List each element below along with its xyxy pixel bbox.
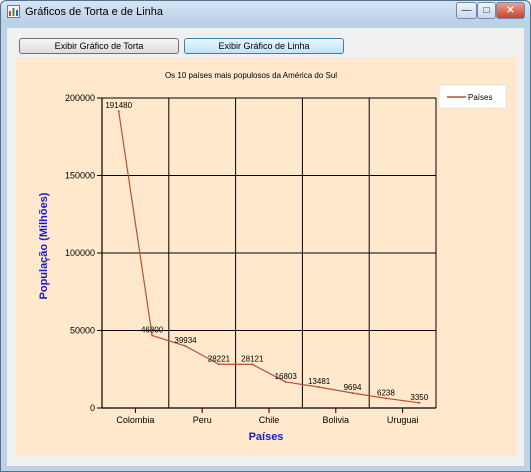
series-layer <box>117 110 421 404</box>
data-point <box>351 391 354 394</box>
y-tick-label: 100000 <box>65 248 95 258</box>
maximize-button[interactable]: □ <box>477 2 496 19</box>
x-tick-label: Peru <box>193 415 212 425</box>
x-tick-label: Colombia <box>116 415 154 425</box>
series-segment <box>118 111 153 336</box>
data-label: 39934 <box>174 336 197 345</box>
app-window: Gráficos de Torta e de Linha — □ ✕ Exibi… <box>0 0 531 472</box>
data-point <box>318 386 321 389</box>
x-tick-label: Chile <box>259 415 280 425</box>
data-point <box>184 345 187 348</box>
data-point <box>418 401 421 404</box>
y-axis-ticks: 0 50000 100000 150000 200000 <box>65 93 102 413</box>
data-label: 3350 <box>410 393 428 402</box>
data-point <box>284 380 287 383</box>
data-point <box>251 363 254 366</box>
show-line-chart-button[interactable]: Exibir Gráfico de Linha <box>184 38 344 54</box>
data-label: 13481 <box>308 377 331 386</box>
y-tick-label: 0 <box>90 403 95 413</box>
x-axis-ticks: Colombia Peru Chile Bolivia Uruguai <box>116 408 418 425</box>
legend: Países <box>438 84 507 109</box>
app-icon <box>7 5 20 18</box>
legend-label: Países <box>468 93 492 102</box>
data-label: 16803 <box>275 372 298 381</box>
close-icon: ✕ <box>506 5 515 16</box>
data-labels: 191480 46800 39934 28221 28121 16803 13481 9694… <box>105 101 428 402</box>
data-point <box>384 397 387 400</box>
data-point <box>217 363 220 366</box>
grid-lines <box>101 97 437 409</box>
data-point <box>117 110 120 113</box>
window-title: Gráficos de Torta e de Linha <box>25 6 163 18</box>
y-tick-label: 50000 <box>70 326 95 336</box>
chart-title: Os 10 países mais populosos da América d… <box>165 71 337 80</box>
chart-panel: Os 10 países mais populosos da América d… <box>16 58 517 456</box>
show-pie-chart-button[interactable]: Exibir Gráfico de Torta <box>19 38 179 54</box>
title-bar[interactable]: Gráficos de Torta e de Linha — □ ✕ <box>1 1 530 23</box>
data-label: 9694 <box>344 383 362 392</box>
y-tick-label: 150000 <box>65 171 95 181</box>
y-axis-title: População (Milhões) <box>38 192 50 299</box>
data-label: 6238 <box>377 388 395 397</box>
x-tick-label: Uruguai <box>387 415 419 425</box>
x-tick-label: Bolivia <box>323 415 350 425</box>
y-tick-label: 200000 <box>65 93 95 103</box>
data-label: 46800 <box>141 325 164 334</box>
close-button[interactable]: ✕ <box>496 2 525 19</box>
data-point <box>151 334 154 337</box>
line-chart: Os 10 países mais populosos da América d… <box>38 71 507 443</box>
data-label: 191480 <box>105 101 132 110</box>
maximize-icon: □ <box>483 5 490 16</box>
x-axis-title: Países <box>249 431 284 443</box>
data-label: 28121 <box>241 354 264 363</box>
minimize-button[interactable]: — <box>456 2 477 19</box>
data-label: 28221 <box>208 354 231 363</box>
minimize-icon: — <box>461 5 472 16</box>
